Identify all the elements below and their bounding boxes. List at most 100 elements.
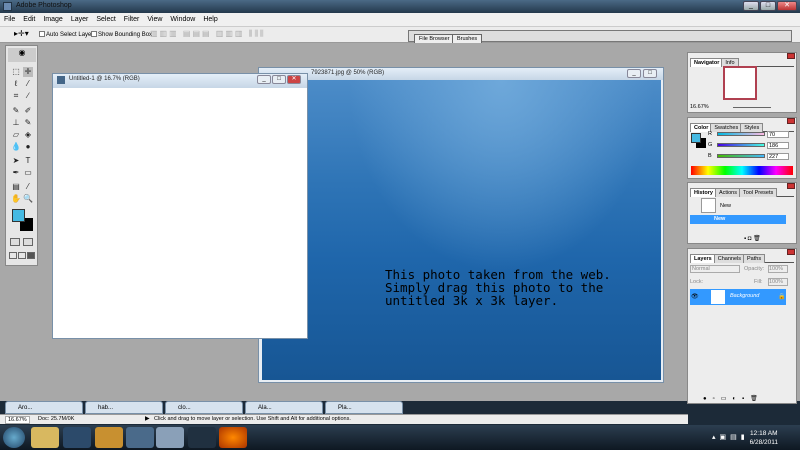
- zoom-tool-icon[interactable]: 🔍: [23, 194, 33, 204]
- app-taskbar-icon[interactable]: [126, 427, 154, 448]
- zoom-slider[interactable]: [733, 107, 771, 108]
- panel-close-button[interactable]: [787, 249, 795, 255]
- eraser-tool-icon[interactable]: ▱: [11, 130, 21, 140]
- start-button[interactable]: [3, 427, 25, 448]
- dodge-tool-icon[interactable]: ●: [23, 142, 33, 152]
- foreground-swatch[interactable]: [691, 133, 701, 143]
- minimized-doc[interactable]: clo...: [165, 401, 243, 414]
- menu-view[interactable]: View: [143, 13, 166, 23]
- minimized-doc[interactable]: Ala...: [245, 401, 323, 414]
- blue-value[interactable]: 227: [767, 153, 789, 160]
- tray-icons[interactable]: ▴▣▤▮: [712, 433, 749, 441]
- photoshop-taskbar-icon[interactable]: [156, 427, 184, 448]
- doc-minimize-button[interactable]: _: [627, 69, 641, 78]
- panel-close-button[interactable]: [787, 53, 795, 59]
- shape-tool-icon[interactable]: ▭: [23, 168, 33, 178]
- history-snapshot[interactable]: New: [720, 203, 731, 209]
- blue-slider[interactable]: [717, 154, 765, 158]
- type-tool-icon[interactable]: T: [23, 156, 33, 166]
- green-value[interactable]: 186: [767, 142, 789, 149]
- tab-actions[interactable]: Actions: [714, 188, 741, 197]
- close-button[interactable]: ✕: [777, 1, 797, 11]
- media-player-taskbar-icon[interactable]: [63, 427, 91, 448]
- doc-maximize-button[interactable]: □: [643, 69, 657, 78]
- auto-select-checkbox[interactable]: Auto Select Layer: [39, 31, 93, 38]
- menu-edit[interactable]: Edit: [19, 13, 39, 23]
- paint-bucket-icon[interactable]: ◈: [23, 130, 33, 140]
- red-slider[interactable]: [717, 132, 765, 136]
- tab-styles[interactable]: Styles: [740, 123, 764, 132]
- blend-mode-select[interactable]: Normal: [690, 265, 740, 273]
- tab-paths[interactable]: Paths: [743, 254, 766, 263]
- screen-mode-standard-icon[interactable]: [9, 252, 17, 259]
- layer-row[interactable]: 👁 Background 🔒: [690, 289, 786, 305]
- screen-mode-full-menu-icon[interactable]: [18, 252, 26, 259]
- menu-file[interactable]: File: [0, 13, 19, 23]
- tab-channels[interactable]: Channels: [713, 254, 745, 263]
- foreground-color-swatch[interactable]: [12, 209, 25, 222]
- opacity-field[interactable]: 100%: [768, 265, 788, 273]
- visibility-eye-icon[interactable]: 👁: [691, 293, 699, 300]
- app-taskbar-icon[interactable]: [188, 427, 216, 448]
- minimize-button[interactable]: _: [743, 1, 759, 11]
- magic-wand-icon[interactable]: ⁄: [23, 79, 33, 89]
- tab-brushes[interactable]: Brushes: [452, 34, 483, 43]
- tab-layers[interactable]: Layers: [690, 254, 716, 263]
- quick-mask-icon[interactable]: [23, 238, 33, 246]
- screen-mode-full-icon[interactable]: [27, 252, 35, 259]
- eyedropper-icon[interactable]: ⁄: [23, 182, 33, 192]
- menu-help[interactable]: Help: [199, 13, 221, 23]
- app-taskbar-icon[interactable]: [95, 427, 123, 448]
- green-slider[interactable]: [717, 143, 765, 147]
- brush-tool-icon[interactable]: ✐: [23, 106, 33, 116]
- history-buttons[interactable]: ▪ ◘ 🗑: [744, 235, 761, 242]
- menu-layer[interactable]: Layer: [67, 13, 93, 23]
- layer-buttons[interactable]: ●▫▭◐▪🗑: [703, 395, 764, 402]
- navigator-preview[interactable]: [723, 66, 757, 100]
- doc-minimize-button[interactable]: _: [257, 75, 271, 84]
- standard-mode-icon[interactable]: [10, 238, 20, 246]
- maximize-button[interactable]: □: [760, 1, 776, 11]
- move-tool-preset-icon[interactable]: ▸✛▾: [14, 29, 29, 38]
- explorer-taskbar-icon[interactable]: [31, 427, 59, 448]
- path-select-icon[interactable]: ➤: [11, 156, 21, 166]
- marquee-tool-icon[interactable]: ⬚: [11, 67, 21, 77]
- tab-swatches[interactable]: Swatches: [710, 123, 743, 132]
- color-ramp[interactable]: [691, 166, 793, 175]
- bounding-box-checkbox[interactable]: Show Bounding Box: [91, 31, 152, 38]
- clone-stamp-icon[interactable]: ⊥: [11, 118, 21, 128]
- tab-history[interactable]: History: [690, 188, 717, 197]
- hand-tool-icon[interactable]: ✋: [11, 194, 21, 204]
- navigator-zoom[interactable]: 16.67%: [690, 104, 709, 110]
- move-tool-icon[interactable]: ✛: [23, 67, 33, 77]
- history-brush-icon[interactable]: ✎: [23, 118, 33, 128]
- minimized-doc[interactable]: hab...: [85, 401, 163, 414]
- tab-tool-presets[interactable]: Tool Presets: [739, 188, 778, 197]
- tab-file-browser[interactable]: File Browser: [414, 34, 455, 43]
- lasso-tool-icon[interactable]: ℓ: [11, 79, 21, 89]
- menu-filter[interactable]: Filter: [120, 13, 144, 23]
- adobe-online-icon[interactable]: ◉: [8, 48, 36, 62]
- firefox-taskbar-icon[interactable]: [219, 427, 247, 448]
- menu-window[interactable]: Window: [166, 13, 199, 23]
- system-clock[interactable]: 12:18 AM 6/28/2011: [750, 429, 778, 447]
- minimized-doc[interactable]: Pla...: [325, 401, 403, 414]
- pen-tool-icon[interactable]: ✒: [11, 168, 21, 178]
- tab-navigator[interactable]: Navigator: [690, 58, 724, 67]
- crop-tool-icon[interactable]: ⌗: [11, 91, 21, 101]
- fill-field[interactable]: 100%: [768, 278, 788, 286]
- healing-brush-icon[interactable]: ✎: [11, 106, 21, 116]
- minimized-doc[interactable]: Aro...: [5, 401, 83, 414]
- menu-select[interactable]: Select: [92, 13, 119, 23]
- red-value[interactable]: 70: [767, 131, 789, 138]
- doc-maximize-button[interactable]: □: [272, 75, 286, 84]
- layer-name[interactable]: Background: [730, 293, 759, 299]
- status-zoom[interactable]: 16.67%: [5, 416, 30, 424]
- blur-tool-icon[interactable]: 💧: [11, 142, 21, 152]
- menu-image[interactable]: Image: [39, 13, 66, 23]
- status-arrow-icon[interactable]: ▶: [145, 415, 150, 422]
- notes-tool-icon[interactable]: ▤: [11, 182, 21, 192]
- untitled-document-window[interactable]: Untitled-1 @ 16.7% (RGB) _ □ ✕: [52, 73, 308, 339]
- panel-close-button[interactable]: [787, 183, 795, 189]
- history-state[interactable]: New: [690, 215, 786, 224]
